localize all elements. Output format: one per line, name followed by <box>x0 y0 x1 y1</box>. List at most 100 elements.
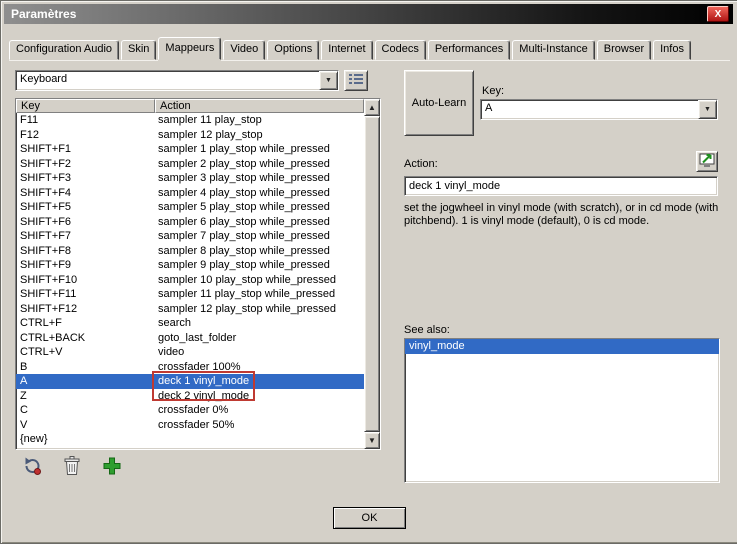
mapping-row-shift-f12[interactable]: SHIFT+F12sampler 12 play_stop while_pres… <box>16 302 364 317</box>
add-mapping-button[interactable] <box>99 454 125 480</box>
mapping-action-cell: crossfader 0% <box>155 403 364 418</box>
mapping-row-a[interactable]: Adeck 1 vinyl_mode <box>16 374 364 389</box>
undo-circle-icon <box>21 455 43 480</box>
mapping-row-new[interactable]: {new} <box>16 432 364 447</box>
mapping-key-cell: CTRL+V <box>16 345 155 360</box>
tab-browser[interactable]: Browser <box>597 40 651 60</box>
mapping-key-cell: CTRL+BACK <box>16 331 155 346</box>
device-select-arrow[interactable]: ▼ <box>319 71 338 90</box>
mapping-action-cell: sampler 7 play_stop while_pressed <box>155 229 364 244</box>
mapping-action-cell: crossfader 50% <box>155 418 364 433</box>
mapping-row-f11[interactable]: F11sampler 11 play_stop <box>16 113 364 128</box>
mapping-action-cell: sampler 9 play_stop while_pressed <box>155 258 364 273</box>
tab-mappeurs[interactable]: Mappeurs <box>158 37 221 60</box>
mapping-list: Key Action F11sampler 11 play_stopF12sam… <box>15 98 381 450</box>
mapping-key-cell: SHIFT+F6 <box>16 215 155 230</box>
mapping-key-cell: F12 <box>16 128 155 143</box>
tab-multi-instance[interactable]: Multi-Instance <box>512 40 594 60</box>
vertical-scrollbar[interactable]: ▲ ▼ <box>364 99 380 449</box>
mapping-toolbar <box>19 454 125 480</box>
close-button[interactable]: X <box>707 6 729 22</box>
mapping-row-shift-f11[interactable]: SHIFT+F11sampler 11 play_stop while_pres… <box>16 287 364 302</box>
titlebar[interactable]: Paramètres X <box>4 4 733 24</box>
mapping-row-shift-f8[interactable]: SHIFT+F8sampler 8 play_stop while_presse… <box>16 244 364 259</box>
tab-configuration-audio[interactable]: Configuration Audio <box>9 40 119 60</box>
device-select-value: Keyboard <box>16 71 319 90</box>
mapping-row-shift-f5[interactable]: SHIFT+F5sampler 5 play_stop while_presse… <box>16 200 364 215</box>
column-header-action[interactable]: Action <box>155 99 364 113</box>
mapping-key-cell: SHIFT+F1 <box>16 142 155 157</box>
mapping-row-shift-f1[interactable]: SHIFT+F1sampler 1 play_stop while_presse… <box>16 142 364 157</box>
action-input[interactable] <box>404 176 718 196</box>
tab-strip: Configuration AudioSkinMappeursVideoOpti… <box>9 40 693 60</box>
mapping-action-cell: video <box>155 345 364 360</box>
mapping-rows: F11sampler 11 play_stopF12sampler 12 pla… <box>16 113 364 449</box>
mapping-key-cell: SHIFT+F11 <box>16 287 155 302</box>
see-also-list: vinyl_mode <box>404 338 720 483</box>
mapping-row-v[interactable]: Vcrossfader 50% <box>16 418 364 433</box>
mapping-row-shift-f7[interactable]: SHIFT+F7sampler 7 play_stop while_presse… <box>16 229 364 244</box>
mapping-row-b[interactable]: Bcrossfader 100% <box>16 360 364 375</box>
scroll-up-button[interactable]: ▲ <box>364 99 380 116</box>
mapping-list-main: Key Action F11sampler 11 play_stopF12sam… <box>16 99 364 449</box>
mapping-row-shift-f9[interactable]: SHIFT+F9sampler 9 play_stop while_presse… <box>16 258 364 273</box>
tab-video[interactable]: Video <box>223 40 265 60</box>
mapping-key-cell: SHIFT+F9 <box>16 258 155 273</box>
mapping-key-cell: SHIFT+F5 <box>16 200 155 215</box>
tab-options[interactable]: Options <box>267 40 319 60</box>
mapping-row-shift-f10[interactable]: SHIFT+F10sampler 10 play_stop while_pres… <box>16 273 364 288</box>
mapping-row-shift-f2[interactable]: SHIFT+F2sampler 2 play_stop while_presse… <box>16 157 364 172</box>
see-also-label: See also: <box>404 324 450 336</box>
tab-performances[interactable]: Performances <box>428 40 510 60</box>
mapping-action-cell: sampler 12 play_stop <box>155 128 364 143</box>
tab-infos[interactable]: Infos <box>653 40 691 60</box>
see-also-item-vinyl-mode[interactable]: vinyl_mode <box>405 339 719 354</box>
key-select-value: A <box>481 100 698 119</box>
key-select-arrow[interactable]: ▼ <box>698 100 717 119</box>
tab-internet[interactable]: Internet <box>321 40 372 60</box>
column-header-key[interactable]: Key <box>16 99 155 113</box>
plus-icon <box>102 456 122 479</box>
tab-codecs[interactable]: Codecs <box>375 40 426 60</box>
mapping-row-f12[interactable]: F12sampler 12 play_stop <box>16 128 364 143</box>
mapping-row-ctrl-v[interactable]: CTRL+Vvideo <box>16 345 364 360</box>
reset-mapping-button[interactable] <box>19 454 45 480</box>
mapping-list-header: Key Action <box>16 99 364 113</box>
monitor-arrow-icon <box>699 153 715 171</box>
delete-mapping-button[interactable] <box>59 454 85 480</box>
key-select[interactable]: A ▼ <box>480 99 718 120</box>
window-title: Paramètres <box>11 7 76 21</box>
mapping-action-cell: sampler 6 play_stop while_pressed <box>155 215 364 230</box>
mapping-key-cell: A <box>16 374 155 389</box>
mapping-key-cell: SHIFT+F2 <box>16 157 155 172</box>
mapping-key-cell: SHIFT+F3 <box>16 171 155 186</box>
mapping-action-cell: sampler 11 play_stop <box>155 113 364 128</box>
chevron-down-icon: ▼ <box>325 77 332 84</box>
mapping-action-cell: search <box>155 316 364 331</box>
mapping-action-cell: sampler 10 play_stop while_pressed <box>155 273 364 288</box>
mapping-key-cell: SHIFT+F8 <box>16 244 155 259</box>
mapping-key-cell: SHIFT+F4 <box>16 186 155 201</box>
mapping-row-z[interactable]: Zdeck 2 vinyl_mode <box>16 389 364 404</box>
mapping-row-shift-f6[interactable]: SHIFT+F6sampler 6 play_stop while_presse… <box>16 215 364 230</box>
auto-learn-button[interactable]: Auto-Learn <box>404 70 474 136</box>
mapping-action-cell: sampler 3 play_stop while_pressed <box>155 171 364 186</box>
action-picker-button[interactable] <box>696 151 718 172</box>
tab-skin[interactable]: Skin <box>121 40 156 60</box>
mapping-key-cell: SHIFT+F7 <box>16 229 155 244</box>
mapping-action-cell: sampler 11 play_stop while_pressed <box>155 287 364 302</box>
device-select[interactable]: Keyboard ▼ <box>15 70 339 91</box>
mapping-row-ctrl-back[interactable]: CTRL+BACKgoto_last_folder <box>16 331 364 346</box>
mapping-key-cell: Z <box>16 389 155 404</box>
action-description: set the jogwheel in vinyl mode (with scr… <box>404 202 720 228</box>
scrollbar-thumb[interactable] <box>364 116 380 432</box>
tab-pane-divider <box>9 60 730 61</box>
mapping-row-c[interactable]: Ccrossfader 0% <box>16 403 364 418</box>
mapper-list-button[interactable] <box>344 70 368 91</box>
ok-button[interactable]: OK <box>333 507 406 529</box>
mapping-action-cell: sampler 8 play_stop while_pressed <box>155 244 364 259</box>
mapping-row-ctrl-f[interactable]: CTRL+Fsearch <box>16 316 364 331</box>
mapping-row-shift-f4[interactable]: SHIFT+F4sampler 4 play_stop while_presse… <box>16 186 364 201</box>
mapping-row-shift-f3[interactable]: SHIFT+F3sampler 3 play_stop while_presse… <box>16 171 364 186</box>
scroll-down-button[interactable]: ▼ <box>364 432 380 449</box>
